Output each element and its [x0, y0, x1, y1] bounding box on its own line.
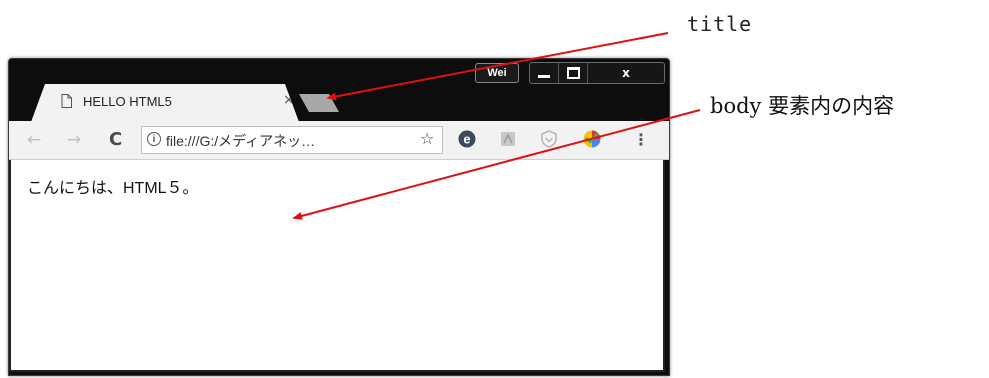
title-arrow [326, 32, 669, 101]
body-arrow [292, 109, 701, 220]
annotation-arrows [292, 32, 701, 220]
